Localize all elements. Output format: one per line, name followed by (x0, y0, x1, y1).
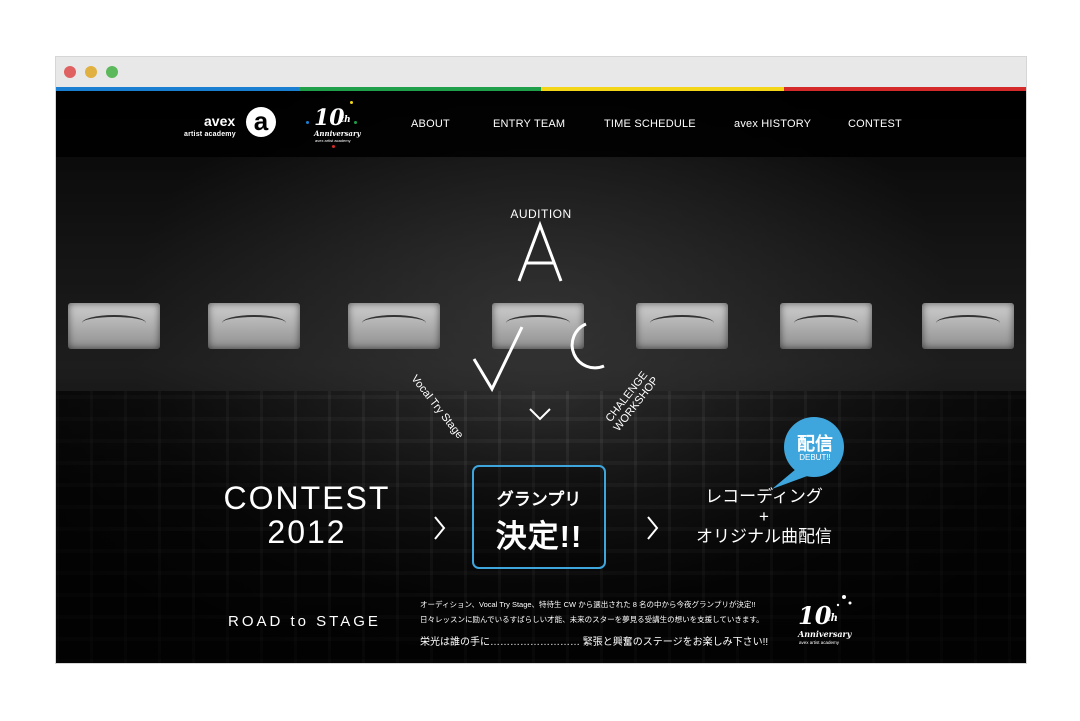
anniversary-subtext: avex artist academy (799, 640, 840, 645)
debut-bubble-sub: DEBUT!! (799, 453, 831, 462)
description-line2: 日々レッスンに励んでいるすばらしい才能、未来のスターを夢見る受講生の想いを支援し… (420, 615, 764, 624)
recording-line1: レコーディング (705, 487, 823, 506)
recording-line2: + (759, 507, 769, 526)
chevron-right-icon (647, 516, 659, 540)
chevron-right-icon (434, 516, 446, 540)
description-text: オーディション、Vocal Try Stage、特待生 CW から選出された 8… (420, 597, 764, 627)
grand-prix-decided: 決定!! (495, 519, 583, 554)
description-tagline: 栄光は誰の手に……………………… 緊張と興奮のステージをお楽しみ下さい!! (420, 637, 769, 648)
recording-text: レコーディング + オリジナル曲配信 (682, 487, 846, 547)
minimize-window-dot[interactable] (85, 66, 97, 78)
grand-prix-label: グランプリ (496, 490, 582, 509)
browser-window: avex artist academy a 10 th Anniversary … (55, 56, 1027, 664)
description-line1: オーディション、Vocal Try Stage、特待生 CW から選出された 8… (420, 600, 756, 609)
close-window-dot[interactable] (64, 66, 76, 78)
debut-bubble: 配信 DEBUT!! (784, 417, 848, 481)
maximize-window-dot[interactable] (106, 66, 118, 78)
contest-title-line2: 2012 (267, 514, 347, 550)
chevron-down-icon (529, 408, 551, 421)
browser-title-bar (56, 57, 1026, 87)
grand-prix-box[interactable]: グランプリ 決定!! (472, 465, 606, 569)
hero-letters (434, 220, 852, 607)
anniversary-word: Anniversary (798, 629, 852, 639)
letter-v-shape (472, 326, 524, 393)
letter-c-shape (570, 322, 605, 370)
road-to-stage: ROAD to STAGE (228, 613, 381, 630)
letter-a-shape (517, 220, 563, 282)
anniversary-suffix: th (826, 613, 838, 624)
site-page: avex artist academy a 10 th Anniversary … (56, 91, 1026, 663)
recording-line3: オリジナル曲配信 (696, 527, 832, 546)
contest-title-line1: CONTEST (223, 480, 391, 516)
anniversary-badge-footer: 10 th Anniversary avex artist academy (794, 597, 856, 649)
contest-title: CONTEST 2012 (216, 481, 398, 549)
